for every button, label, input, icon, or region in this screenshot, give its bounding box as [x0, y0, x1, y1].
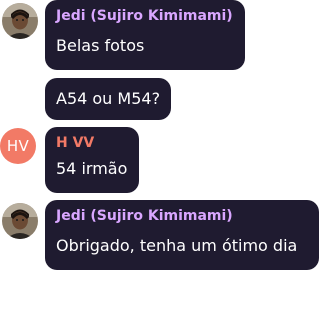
sender-name[interactable]: Jedi (Sujiro Kimimami) — [56, 207, 308, 225]
message-text: Belas fotos — [56, 36, 145, 55]
message-bubble[interactable]: Jedi (Sujiro Kimimami) Obrigado, tenha u… — [45, 200, 319, 270]
sender-name[interactable]: Jedi (Sujiro Kimimami) — [56, 7, 234, 25]
sender-name[interactable]: H VV — [56, 134, 128, 152]
chat-message-list: Jedi (Sujiro Kimimami) Belas fotos A54 o… — [0, 0, 319, 320]
message-text: A54 ou M54? — [56, 89, 161, 108]
message-bubble[interactable]: Jedi (Sujiro Kimimami) Belas fotos — [45, 0, 245, 70]
jedi-avatar[interactable] — [2, 203, 38, 239]
message-text: 54 irmão — [56, 159, 128, 178]
message-bubble[interactable]: A54 ou M54? — [45, 78, 171, 120]
message-text: Obrigado, tenha um ótimo dia — [56, 236, 298, 255]
message-bubble[interactable]: H VV 54 irmão — [45, 127, 139, 193]
hv-avatar[interactable]: HV — [0, 128, 36, 164]
jedi-avatar[interactable] — [2, 3, 38, 39]
